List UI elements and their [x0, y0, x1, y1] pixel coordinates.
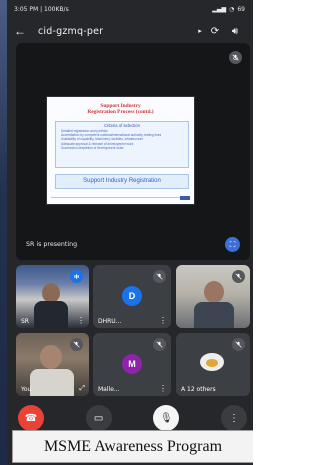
camera-toggle-button[interactable]: ▭: [85, 405, 112, 431]
muted-mic-icon: [232, 270, 245, 283]
participant-tile-you[interactable]: You ⤢: [16, 333, 89, 396]
end-call-button[interactable]: ☎: [18, 405, 44, 431]
more-options-icon[interactable]: ⋮: [77, 316, 85, 325]
caption-banner: MSME Awareness Program: [12, 430, 253, 463]
speaker-icon[interactable]: 🔊︎: [225, 26, 245, 37]
more-menu-button[interactable]: ⋮: [220, 405, 247, 431]
muted-mic-icon: [70, 338, 83, 351]
meeting-header: ← cid-gzmq-per ▸ ⟳ 🔊︎: [14, 20, 245, 42]
muted-mic-icon: [232, 338, 245, 351]
video-icon: ▭: [93, 412, 104, 424]
participant-name: SR: [21, 318, 29, 325]
presenter-label: SR is presenting: [26, 241, 78, 248]
expand-icon[interactable]: ⤢: [79, 385, 85, 393]
slide-registration-button: Support Industry Registration: [55, 174, 189, 189]
more-options-icon[interactable]: ⋮: [159, 316, 167, 325]
participant-tile-others[interactable]: A 12 others: [176, 333, 250, 396]
others-count-label: A 12 others: [181, 386, 216, 393]
call-controls: ☎ ▭ 🎙︎ ⋮: [18, 404, 247, 432]
meeting-code[interactable]: cid-gzmq-per: [38, 26, 195, 37]
muted-mic-icon: [153, 338, 166, 351]
criteria-item: Successful completion of development ord…: [61, 145, 124, 150]
signal-icon: ▂▄▆: [212, 5, 227, 13]
status-bar: 3:05 PM | 100KB/s ▂▄▆ ◔ 69: [14, 5, 245, 13]
participant-name: Malle...: [98, 386, 120, 393]
criteria-list: Detailed registration and portfolio Accr…: [61, 129, 188, 150]
mic-toggle-button[interactable]: 🎙︎: [153, 405, 180, 431]
muted-mic-icon: [153, 270, 166, 283]
more-options-icon[interactable]: ⋮: [159, 384, 167, 393]
slide-footer: [51, 196, 190, 201]
speaking-icon: [70, 270, 83, 283]
avatar: M: [122, 354, 142, 374]
avatar: D: [122, 286, 142, 306]
participant-tile-sr[interactable]: SR ⋮: [16, 265, 89, 328]
phone-icon: ☎: [24, 412, 38, 424]
criteria-box: Criteria of selection Detailed registrat…: [55, 121, 189, 168]
meet-screen: 3:05 PM | 100KB/s ▂▄▆ ◔ 69 ← cid-gzmq-pe…: [0, 0, 253, 465]
muted-mic-icon: [229, 51, 242, 64]
shared-slide: Support Industry Registration Process (c…: [47, 97, 194, 204]
slide-title-line2: Registration Process (contd.): [87, 109, 154, 115]
presentation-tile[interactable]: Support Industry Registration Process (c…: [16, 43, 250, 260]
battery-level: 69: [237, 5, 245, 13]
left-edge-bar: [0, 0, 7, 465]
participant-tile-dhru[interactable]: D DHRU... ⋮: [93, 265, 171, 328]
status-time: 3:05 PM: [14, 5, 39, 13]
participant-tile-camera[interactable]: [176, 265, 250, 328]
chevron-icon[interactable]: ▸: [195, 27, 205, 35]
more-vert-icon: ⋮: [228, 412, 239, 424]
participant-tile-malle[interactable]: M Malle... ⋮: [93, 333, 171, 396]
switch-camera-icon[interactable]: ⟳: [205, 26, 225, 37]
wifi-icon: ◔: [229, 5, 235, 13]
participant-name: You: [21, 386, 32, 393]
mic-off-icon: 🎙︎: [159, 412, 173, 424]
status-speed: 100KB/s: [44, 5, 69, 13]
fullscreen-icon[interactable]: ⛶: [225, 237, 240, 252]
criteria-heading: Criteria of selection: [104, 123, 140, 128]
participant-name: DHRU...: [98, 318, 122, 325]
back-arrow-icon[interactable]: ←: [14, 24, 32, 38]
